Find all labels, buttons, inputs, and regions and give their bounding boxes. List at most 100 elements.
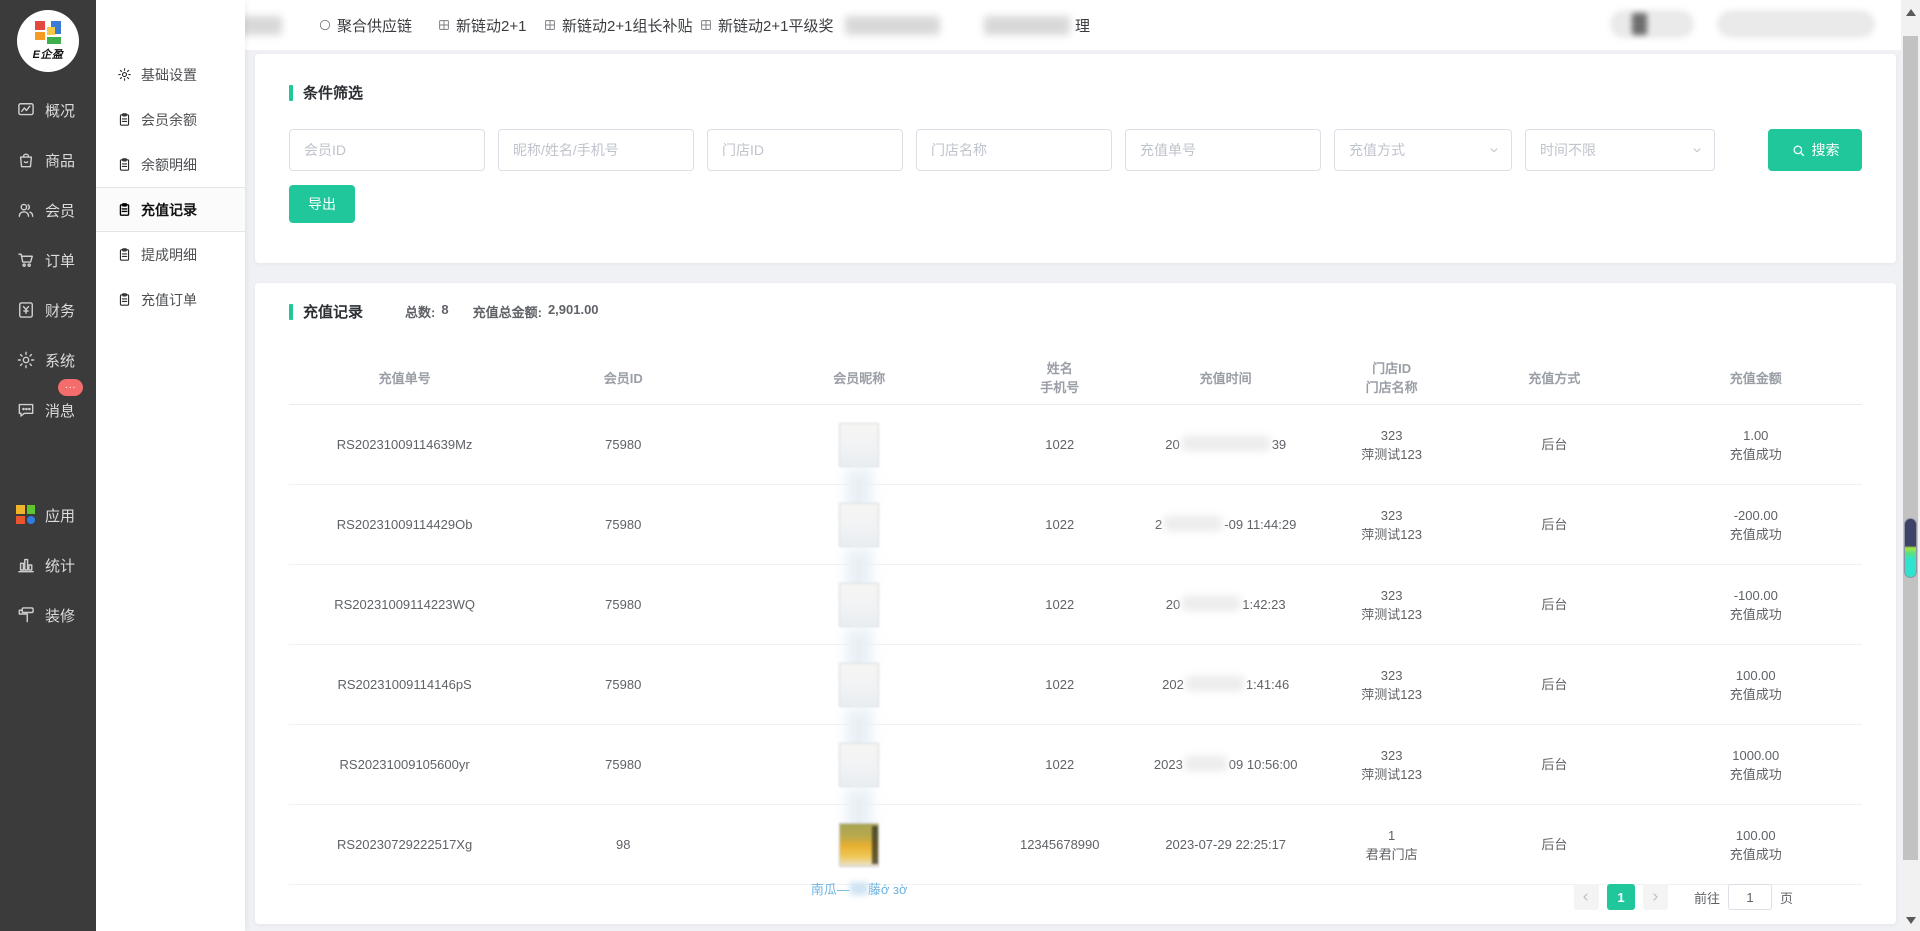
next-page-button[interactable]: [1643, 884, 1668, 910]
time-text: 09 10:56:00: [1229, 757, 1298, 772]
topbar-user-pill[interactable]: [1610, 10, 1694, 38]
search-icon: [1791, 143, 1806, 158]
table-header: 充值单号会员ID会员昵称姓名手机号充值时间门店ID门店名称充值方式充值金额: [289, 352, 1862, 405]
sidebar-item-message[interactable]: 消息...: [0, 385, 96, 435]
scroll-down-icon[interactable]: [1906, 917, 1916, 924]
goto-label: 前往: [1694, 888, 1720, 907]
store-cell: 323萍测试123: [1324, 426, 1459, 464]
amount-cell: 1.00充值成功: [1650, 426, 1862, 464]
sidebar-item-member[interactable]: 会员: [0, 185, 96, 235]
nickname-cell: [726, 423, 992, 467]
goto-page-input[interactable]: [1728, 884, 1772, 910]
clipboard-icon: [117, 202, 132, 217]
chevron-right-icon: [1649, 891, 1661, 903]
topbar-tab[interactable]: 聚合供应链: [318, 0, 412, 50]
topbar-account-pill[interactable]: [1717, 10, 1875, 38]
name-phone-cell: 12345678990: [992, 835, 1127, 854]
method-cell: 后台: [1459, 595, 1649, 614]
nickname-suffix: 藤ớ зờ: [868, 882, 908, 897]
table-row: RS20231009114223WQ759801022201:42:23323萍…: [289, 565, 1862, 645]
nickname-cell: [726, 743, 992, 787]
time-redacted: [1185, 756, 1227, 771]
sidebar-item-goods[interactable]: 商品: [0, 135, 96, 185]
sidebar-item-finance[interactable]: 财务: [0, 285, 96, 335]
deco-icon: [16, 605, 36, 625]
amount-cell: 1000.00充值成功: [1650, 746, 1862, 784]
scrollbar-thumb[interactable]: [1903, 36, 1918, 860]
time-cell: 2 -09 11:44:29: [1127, 515, 1324, 534]
sidebar-item-system[interactable]: 系统: [0, 335, 96, 385]
time-text: -09 11:44:29: [1224, 517, 1296, 532]
grid-icon: [699, 18, 713, 32]
member-id-cell: 98: [520, 835, 726, 854]
member-avatar: [839, 823, 879, 867]
member-id-input[interactable]: [289, 129, 485, 171]
green-bar-icon: [289, 304, 293, 320]
export-button[interactable]: 导出: [289, 185, 355, 223]
submenu-item-label: 充值订单: [141, 290, 197, 310]
prev-page-button[interactable]: [1574, 884, 1599, 910]
nickname-input[interactable]: [498, 129, 694, 171]
store-id-input[interactable]: [707, 129, 903, 171]
page-scrollbar[interactable]: [1901, 0, 1920, 931]
time-text: 1:41:46: [1246, 677, 1289, 692]
search-button-label: 搜索: [1812, 140, 1840, 160]
table-row: RS20231009114146pS7598010222021:41:46323…: [289, 645, 1862, 725]
green-bar-icon: [289, 85, 293, 101]
nickname-cell: [726, 663, 992, 707]
sidebar-item-label: 系统: [45, 350, 75, 371]
sidebar-item-label: 概况: [45, 100, 75, 121]
topbar-tab-redacted[interactable]: 理: [984, 0, 1090, 50]
recharge-no-input[interactable]: [1125, 129, 1321, 171]
member-avatar: [839, 743, 879, 787]
member-nickname-link[interactable]: 南瓜—藤ớ зờ: [726, 880, 992, 899]
time-text: 2: [1155, 517, 1162, 532]
clipboard-icon: [117, 292, 132, 307]
sidebar-item-order[interactable]: 订单: [0, 235, 96, 285]
scroll-up-icon[interactable]: [1906, 9, 1916, 16]
member-id-cell: 75980: [520, 515, 726, 534]
store-name-input[interactable]: [916, 129, 1112, 171]
system-icon: [16, 350, 36, 370]
submenu-item-balance-detail[interactable]: 余额明细: [96, 142, 245, 187]
column-header: 会员ID: [520, 369, 726, 388]
column-header: 充值方式: [1459, 369, 1649, 388]
submenu-item-basic-settings[interactable]: 基础设置: [96, 52, 245, 97]
message-badge: ...: [58, 379, 83, 396]
records-title-text: 充值记录: [303, 301, 363, 322]
topbar: 聚合供应链新链动2+1 新链动2+1组长补贴新链动2+1平级奖 理: [96, 0, 1901, 50]
store-cell: 323萍测试123: [1324, 506, 1459, 544]
user-avatar: [1632, 13, 1647, 35]
filter-section-title: 条件筛选: [289, 82, 1862, 103]
sidebar-item-apps[interactable]: 应用: [0, 490, 96, 540]
export-button-label: 导出: [308, 194, 336, 214]
order-no-cell: RS20231009114223WQ: [289, 595, 520, 614]
select-value: 充值方式: [1349, 140, 1405, 160]
sidebar-item-deco[interactable]: 装修: [0, 590, 96, 640]
topbar-tab[interactable]: 新链动2+1平级奖: [699, 0, 833, 50]
time-text: 2023: [1154, 757, 1183, 772]
sidebar-bottom-group: 应用统计装修: [0, 490, 96, 640]
store-cell: 323萍测试123: [1324, 666, 1459, 704]
secondary-sidebar: 基础设置会员余额余额明细充值记录提成明细充值订单: [96, 0, 245, 931]
submenu-item-member-balance[interactable]: 会员余额: [96, 97, 245, 142]
page-number-button[interactable]: 1: [1607, 884, 1635, 910]
submenu-item-commission-detail[interactable]: 提成明细: [96, 232, 245, 277]
time-redacted: [1182, 436, 1270, 451]
sidebar-item-overview[interactable]: 概况: [0, 85, 96, 135]
topbar-tab[interactable]: 新链动2+1组长补贴: [543, 0, 692, 50]
recharge-method-select[interactable]: 充值方式: [1334, 129, 1512, 171]
time-range-select[interactable]: 时间不限: [1525, 129, 1715, 171]
topbar-tab[interactable]: 新链动2+1: [437, 0, 526, 50]
table-body: RS20231009114639Mz7598010222039323萍测试123…: [289, 405, 1862, 885]
select-value: 时间不限: [1540, 140, 1596, 160]
member-avatar: [839, 583, 879, 627]
submenu-item-recharge-orders[interactable]: 充值订单: [96, 277, 245, 322]
sidebar-item-label: 会员: [45, 200, 75, 221]
submenu-item-recharge-records[interactable]: 充值记录: [96, 187, 245, 232]
sidebar-item-stats[interactable]: 统计: [0, 540, 96, 590]
member-id-cell: 75980: [520, 755, 726, 774]
submenu-item-label: 会员余额: [141, 110, 197, 130]
search-button[interactable]: 搜索: [1768, 129, 1862, 171]
topbar-tab-redacted[interactable]: [845, 0, 940, 50]
